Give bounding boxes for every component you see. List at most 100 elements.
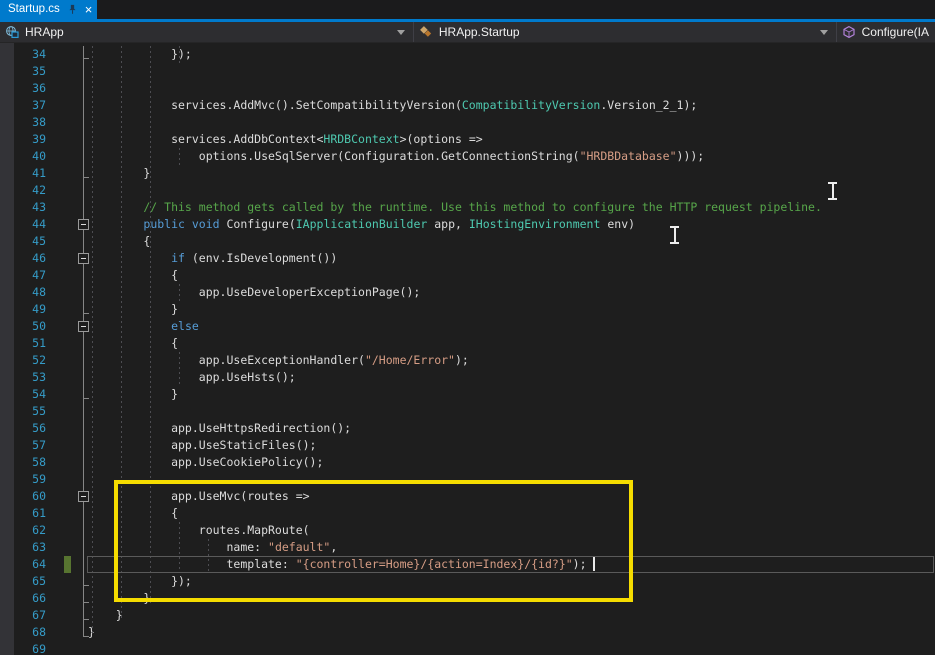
line-number[interactable]: 59: [0, 471, 50, 488]
line-number[interactable]: 68: [0, 624, 50, 641]
code-text[interactable]: [88, 182, 935, 199]
code-line[interactable]: 57 app.UseStaticFiles();: [0, 437, 935, 454]
line-number[interactable]: 53: [0, 369, 50, 386]
line-number[interactable]: 52: [0, 352, 50, 369]
code-text[interactable]: }: [88, 386, 935, 403]
code-text[interactable]: // This method gets called by the runtim…: [88, 199, 935, 216]
line-number[interactable]: 39: [0, 131, 50, 148]
line-number[interactable]: 66: [0, 590, 50, 607]
code-line[interactable]: 54 }: [0, 386, 935, 403]
line-number[interactable]: 35: [0, 63, 50, 80]
code-text[interactable]: {: [88, 335, 935, 352]
code-line[interactable]: 46 if (env.IsDevelopment()): [0, 250, 935, 267]
line-number[interactable]: 38: [0, 114, 50, 131]
code-text[interactable]: [88, 403, 935, 420]
code-line[interactable]: 67 }: [0, 607, 935, 624]
code-text[interactable]: {: [88, 233, 935, 250]
line-number[interactable]: 63: [0, 539, 50, 556]
code-text[interactable]: }: [88, 607, 935, 624]
code-text[interactable]: }: [88, 165, 935, 182]
line-number[interactable]: 46: [0, 250, 50, 267]
code-line[interactable]: 47 {: [0, 267, 935, 284]
line-number[interactable]: 58: [0, 454, 50, 471]
code-line[interactable]: 42: [0, 182, 935, 199]
collapse-button[interactable]: [78, 491, 89, 502]
close-icon[interactable]: ×: [85, 3, 93, 16]
line-number[interactable]: 51: [0, 335, 50, 352]
line-number[interactable]: 36: [0, 80, 50, 97]
code-line[interactable]: 43 // This method gets called by the run…: [0, 199, 935, 216]
line-number[interactable]: 57: [0, 437, 50, 454]
code-line[interactable]: 41 }: [0, 165, 935, 182]
code-line[interactable]: 45 {: [0, 233, 935, 250]
editor[interactable]: 34 }); 35 36 37 services.AddMvc().SetCompat…: [0, 43, 935, 655]
code-text[interactable]: });: [88, 46, 935, 63]
code-line[interactable]: 44 public void Configure(IApplicationBui…: [0, 216, 935, 233]
code-text[interactable]: [88, 114, 935, 131]
line-number[interactable]: 40: [0, 148, 50, 165]
code-line[interactable]: 37 services.AddMvc().SetCompatibilityVer…: [0, 97, 935, 114]
code-text[interactable]: [88, 63, 935, 80]
code-line[interactable]: 55: [0, 403, 935, 420]
collapse-button[interactable]: [78, 253, 89, 264]
code-line[interactable]: 52 app.UseExceptionHandler("/Home/Error"…: [0, 352, 935, 369]
line-number[interactable]: 56: [0, 420, 50, 437]
member-dropdown[interactable]: Configure(IA: [837, 22, 935, 42]
code-line[interactable]: 69: [0, 641, 935, 655]
line-number[interactable]: 54: [0, 386, 50, 403]
line-number[interactable]: 41: [0, 165, 50, 182]
code-text[interactable]: app.UseHttpsRedirection();: [88, 420, 935, 437]
code-line[interactable]: 56 app.UseHttpsRedirection();: [0, 420, 935, 437]
line-number[interactable]: 37: [0, 97, 50, 114]
code-text[interactable]: [88, 80, 935, 97]
code-text[interactable]: app.UseDeveloperExceptionPage();: [88, 284, 935, 301]
line-number[interactable]: 60: [0, 488, 50, 505]
code-line[interactable]: 39 services.AddDbContext<HRDBContext>(op…: [0, 131, 935, 148]
code-line[interactable]: 51 {: [0, 335, 935, 352]
line-number[interactable]: 67: [0, 607, 50, 624]
collapse-button[interactable]: [78, 321, 89, 332]
line-number[interactable]: 69: [0, 641, 50, 655]
line-number[interactable]: 64: [0, 556, 50, 573]
code-text[interactable]: }: [88, 301, 935, 318]
line-number[interactable]: 62: [0, 522, 50, 539]
code-text[interactable]: services.AddDbContext<HRDBContext>(optio…: [88, 131, 935, 148]
code-line[interactable]: 53 app.UseHsts();: [0, 369, 935, 386]
pin-icon[interactable]: [67, 4, 78, 15]
code-text[interactable]: public void Configure(IApplicationBuilde…: [88, 216, 935, 233]
tab-startup-cs[interactable]: Startup.cs ×: [0, 0, 97, 19]
code-text[interactable]: services.AddMvc().SetCompatibilityVersio…: [88, 97, 935, 114]
code-line[interactable]: 68}: [0, 624, 935, 641]
code-text[interactable]: app.UseExceptionHandler("/Home/Error");: [88, 352, 935, 369]
code-text[interactable]: app.UseStaticFiles();: [88, 437, 935, 454]
code-text[interactable]: options.UseSqlServer(Configuration.GetCo…: [88, 148, 935, 165]
code-line[interactable]: 34 });: [0, 46, 935, 63]
code-text[interactable]: }: [88, 624, 935, 641]
project-dropdown[interactable]: HRApp: [0, 22, 413, 42]
type-dropdown[interactable]: HRApp.Startup: [414, 22, 836, 42]
code-line[interactable]: 49 }: [0, 301, 935, 318]
code-text[interactable]: else: [88, 318, 935, 335]
line-number[interactable]: 47: [0, 267, 50, 284]
code-line[interactable]: 40 options.UseSqlServer(Configuration.Ge…: [0, 148, 935, 165]
line-number[interactable]: 42: [0, 182, 50, 199]
code-line[interactable]: 58 app.UseCookiePolicy();: [0, 454, 935, 471]
line-number[interactable]: 45: [0, 233, 50, 250]
code-line[interactable]: 35: [0, 63, 935, 80]
line-number[interactable]: 44: [0, 216, 50, 233]
code-text[interactable]: if (env.IsDevelopment()): [88, 250, 935, 267]
line-number[interactable]: 49: [0, 301, 50, 318]
line-number[interactable]: 50: [0, 318, 50, 335]
line-number[interactable]: 43: [0, 199, 50, 216]
collapse-button[interactable]: [78, 219, 89, 230]
code-text[interactable]: app.UseCookiePolicy();: [88, 454, 935, 471]
code-text[interactable]: app.UseHsts();: [88, 369, 935, 386]
line-number[interactable]: 61: [0, 505, 50, 522]
code-line[interactable]: 50 else: [0, 318, 935, 335]
code-line[interactable]: 48 app.UseDeveloperExceptionPage();: [0, 284, 935, 301]
code-text[interactable]: [88, 641, 935, 655]
line-number[interactable]: 34: [0, 46, 50, 63]
line-number[interactable]: 65: [0, 573, 50, 590]
code-text[interactable]: {: [88, 267, 935, 284]
code-line[interactable]: 36: [0, 80, 935, 97]
